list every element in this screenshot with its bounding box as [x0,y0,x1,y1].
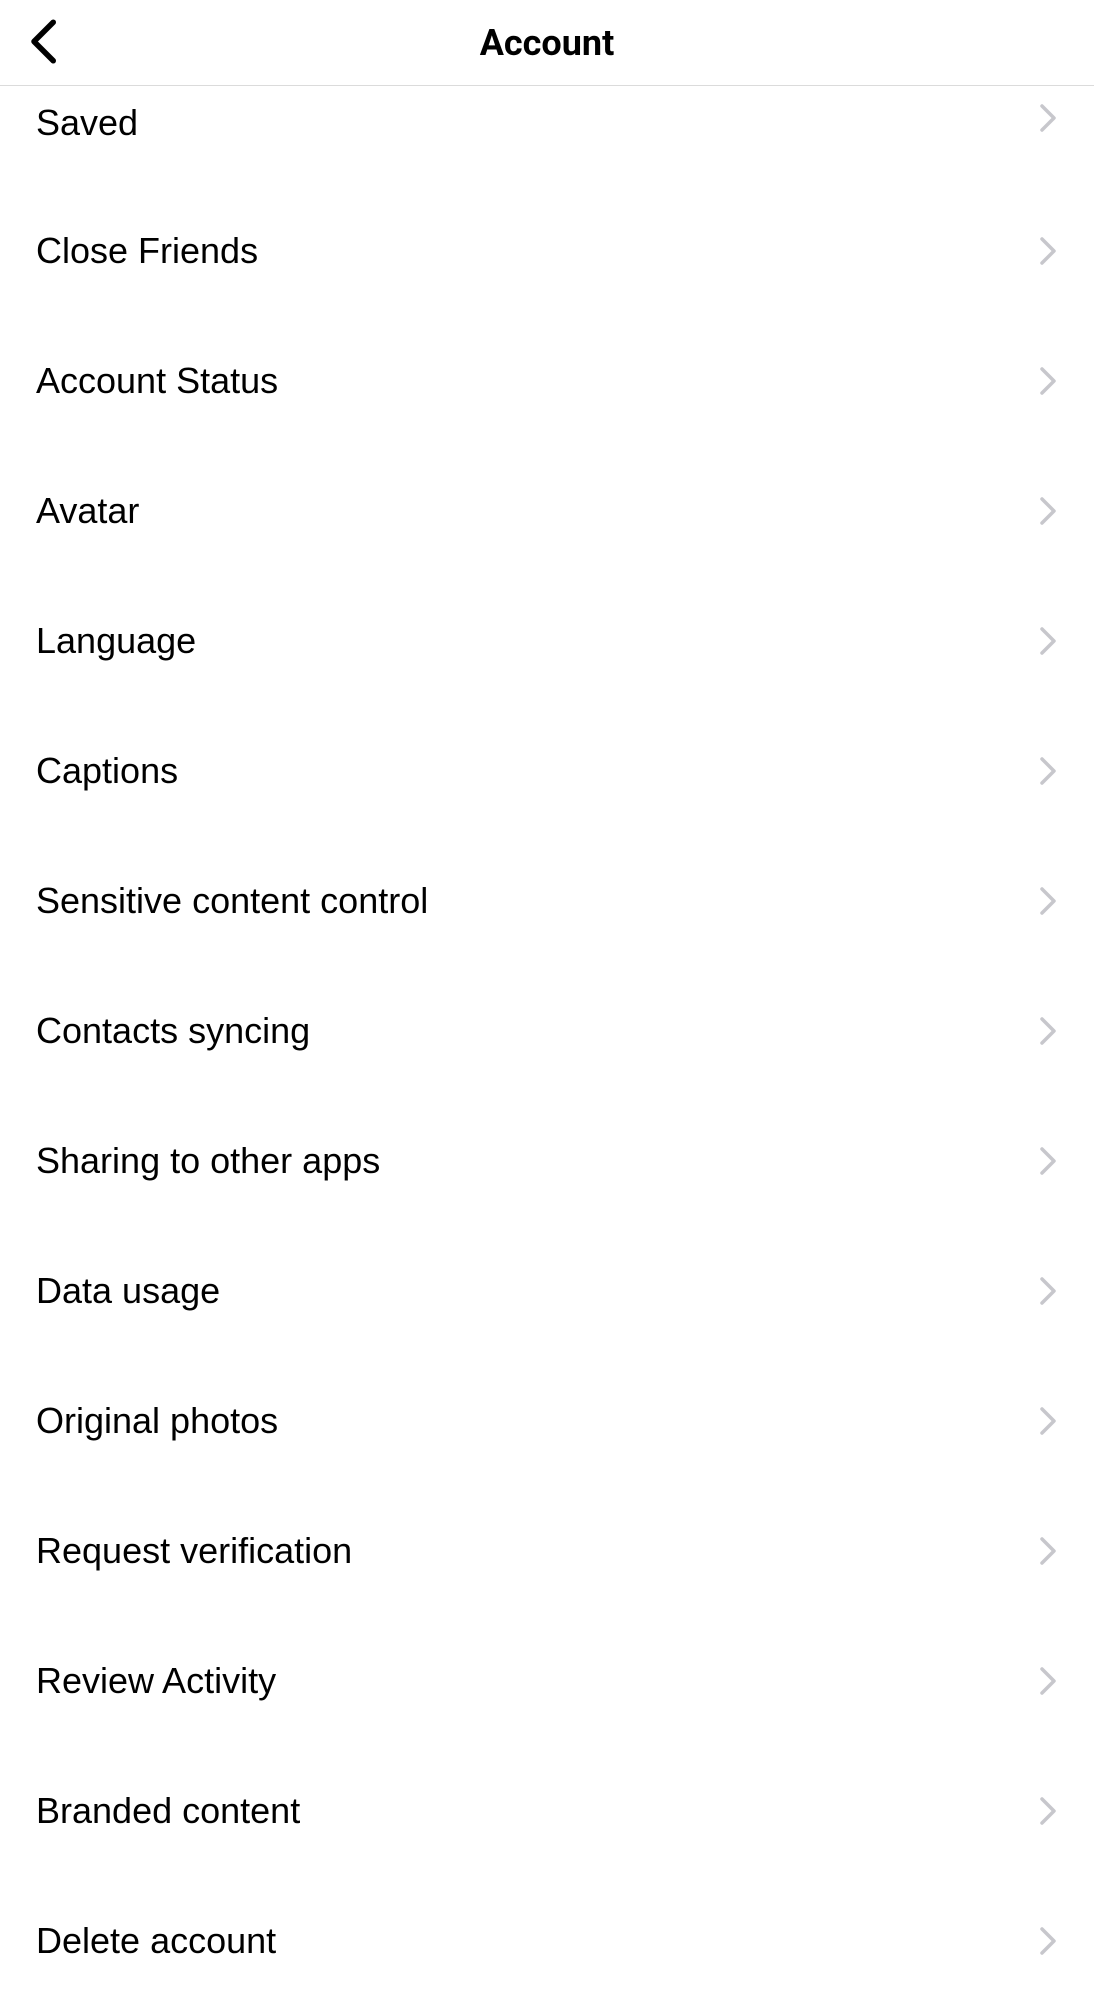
menu-item-avatar[interactable]: Avatar [0,446,1094,576]
back-button[interactable] [20,11,70,74]
chevron-right-icon [1038,1405,1058,1437]
chevron-right-icon [1038,885,1058,917]
header-bar: Account [0,0,1094,86]
chevron-right-icon [1038,102,1058,134]
menu-item-label: Data usage [36,1270,220,1312]
menu-item-contacts-syncing[interactable]: Contacts syncing [0,966,1094,1096]
menu-item-saved[interactable]: Saved [0,86,1094,186]
menu-item-label: Review Activity [36,1660,276,1702]
menu-item-request-verification[interactable]: Request verification [0,1486,1094,1616]
chevron-right-icon [1038,495,1058,527]
menu-item-original-photos[interactable]: Original photos [0,1356,1094,1486]
menu-item-language[interactable]: Language [0,576,1094,706]
chevron-right-icon [1038,1795,1058,1827]
menu-item-label: Branded content [36,1790,300,1832]
chevron-right-icon [1038,365,1058,397]
menu-item-label: Contacts syncing [36,1010,310,1052]
chevron-right-icon [1038,1665,1058,1697]
menu-item-close-friends[interactable]: Close Friends [0,186,1094,316]
menu-item-data-usage[interactable]: Data usage [0,1226,1094,1356]
menu-item-label: Request verification [36,1530,352,1572]
chevron-right-icon [1038,1275,1058,1307]
menu-item-label: Sensitive content control [36,880,428,922]
menu-item-delete-account[interactable]: Delete account [0,1876,1094,2006]
menu-item-captions[interactable]: Captions [0,706,1094,836]
menu-item-label: Close Friends [36,230,258,272]
menu-item-sensitive-content-control[interactable]: Sensitive content control [0,836,1094,966]
menu-item-branded-content[interactable]: Branded content [0,1746,1094,1876]
menu-item-account-status[interactable]: Account Status [0,316,1094,446]
menu-item-label: Sharing to other apps [36,1140,380,1182]
menu-item-review-activity[interactable]: Review Activity [0,1616,1094,1746]
menu-item-label: Avatar [36,490,139,532]
chevron-right-icon [1038,1535,1058,1567]
chevron-right-icon [1038,1925,1058,1957]
account-menu-list: Saved Close Friends Account Status Avata… [0,86,1094,2006]
page-title: Account [480,22,615,64]
menu-item-label: Language [36,620,196,662]
chevron-right-icon [1038,755,1058,787]
chevron-right-icon [1038,1145,1058,1177]
menu-item-sharing-to-other-apps[interactable]: Sharing to other apps [0,1096,1094,1226]
menu-item-label: Captions [36,750,178,792]
menu-item-label: Original photos [36,1400,278,1442]
menu-item-label: Account Status [36,360,278,402]
chevron-right-icon [1038,235,1058,267]
chevron-right-icon [1038,625,1058,657]
chevron-left-icon [28,19,62,66]
menu-item-label: Saved [36,102,138,144]
chevron-right-icon [1038,1015,1058,1047]
menu-item-label: Delete account [36,1920,276,1962]
